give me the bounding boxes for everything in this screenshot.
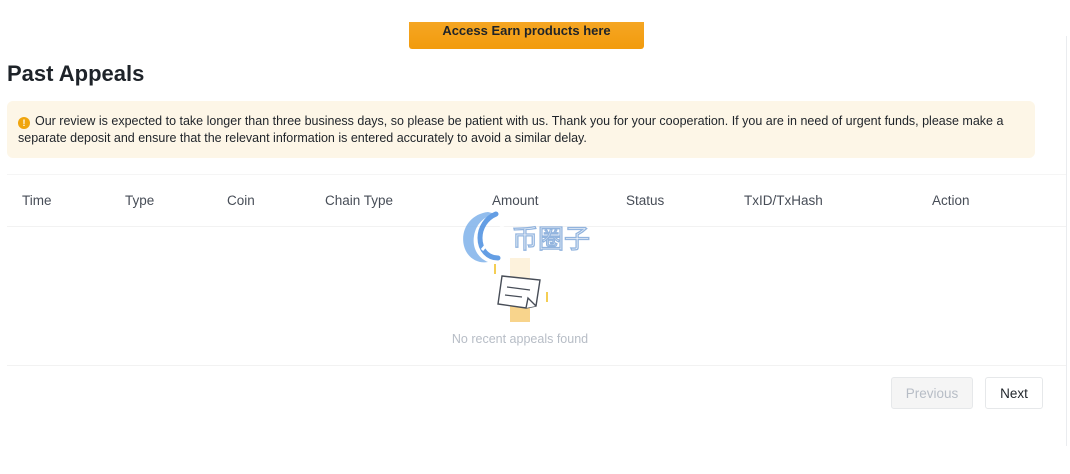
page-title: Past Appeals (7, 61, 145, 86)
column-header-type: Type (125, 193, 155, 208)
column-header-txid: TxID/TxHash (744, 193, 823, 208)
watermark-logo: 币圈子 (463, 211, 591, 263)
warning-icon: ! (18, 117, 30, 129)
column-header-chain-type: Chain Type (325, 193, 394, 208)
next-page-button[interactable]: Next (985, 377, 1043, 409)
appeals-page: Access Earn products here Past Appeals !… (0, 0, 1070, 474)
table-bottom-divider (7, 365, 1066, 366)
table-top-divider (7, 174, 1066, 175)
watermark-text: 币圈子 (512, 225, 590, 255)
empty-state-text: No recent appeals found (451, 332, 589, 346)
column-header-coin: Coin (227, 193, 255, 208)
column-header-action: Action (932, 193, 970, 208)
column-header-time: Time (22, 193, 52, 208)
notice-text: Our review is expected to take longer th… (18, 114, 1004, 145)
scrollbar-track (1066, 36, 1067, 446)
review-delay-notice: ! Our review is expected to take longer t… (7, 101, 1035, 158)
previous-page-button[interactable]: Previous (891, 377, 973, 409)
column-header-status: Status (626, 193, 665, 208)
earn-promo-label: Access Earn products here (442, 23, 611, 38)
earn-promo-banner[interactable]: Access Earn products here (409, 22, 644, 49)
